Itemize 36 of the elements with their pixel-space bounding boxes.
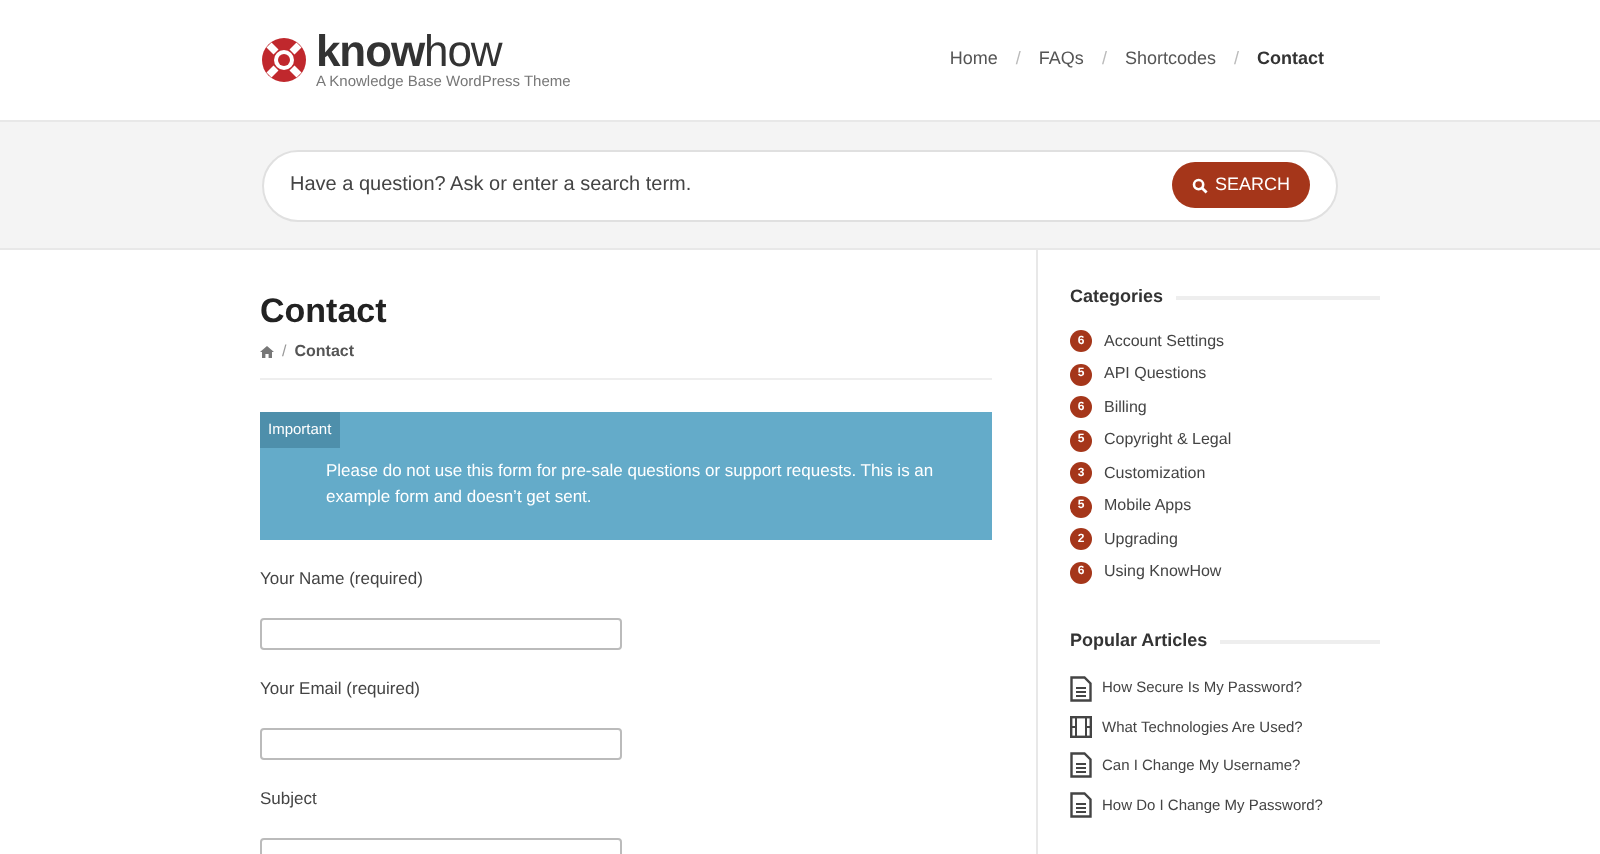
category-link[interactable]: Using KnowHow <box>1104 560 1222 584</box>
notice-text: Please do not use this form for pre-sale questions or support requests. This is an example form and doesn’t get sent. <box>324 457 936 509</box>
text-field[interactable] <box>260 728 622 760</box>
category-link[interactable]: Billing <box>1104 395 1147 419</box>
nav-separator: / <box>1015 46 1021 73</box>
lifebuoy-logo-icon <box>260 36 308 84</box>
text-field[interactable] <box>260 618 622 650</box>
nav-separator: / <box>1233 46 1239 73</box>
category-link[interactable]: Account Settings <box>1104 329 1225 353</box>
nav-link[interactable]: FAQs <box>1038 46 1084 74</box>
search-field[interactable]: Have a question? Ask or enter a search term. SEARCH <box>262 149 1338 221</box>
field-label: Subject <box>260 786 319 812</box>
category-link[interactable]: API Questions <box>1104 362 1207 386</box>
page-title: Contact <box>260 290 389 333</box>
home-icon[interactable] <box>260 346 274 359</box>
field-label: Your Email (required) <box>260 676 422 702</box>
document-icon <box>1070 751 1092 778</box>
search-button[interactable]: SEARCH <box>1172 162 1310 208</box>
search-icon <box>1192 177 1209 193</box>
category-link[interactable]: Copyright & Legal <box>1104 428 1232 452</box>
film-icon <box>1070 715 1092 738</box>
field-label: Your Name (required) <box>260 566 425 592</box>
nav-link[interactable]: Home <box>949 46 998 74</box>
category-link[interactable]: Mobile Apps <box>1104 494 1192 518</box>
breadcrumb-current: Contact <box>294 340 355 365</box>
category-link[interactable]: Upgrading <box>1104 527 1178 551</box>
categories-heading: Categories <box>1070 284 1164 310</box>
document-icon <box>1070 675 1092 701</box>
category-link[interactable]: Customization <box>1104 461 1206 485</box>
logo-wordmark[interactable]: knowhow <box>316 30 571 75</box>
breadcrumb-separator: / <box>282 340 287 365</box>
nav-link[interactable]: Contact <box>1257 46 1324 74</box>
nav-separator: / <box>1101 46 1107 73</box>
popular-heading: Popular Articles <box>1070 628 1208 654</box>
nav-link[interactable]: Shortcodes <box>1124 46 1216 74</box>
document-icon <box>1070 791 1092 818</box>
